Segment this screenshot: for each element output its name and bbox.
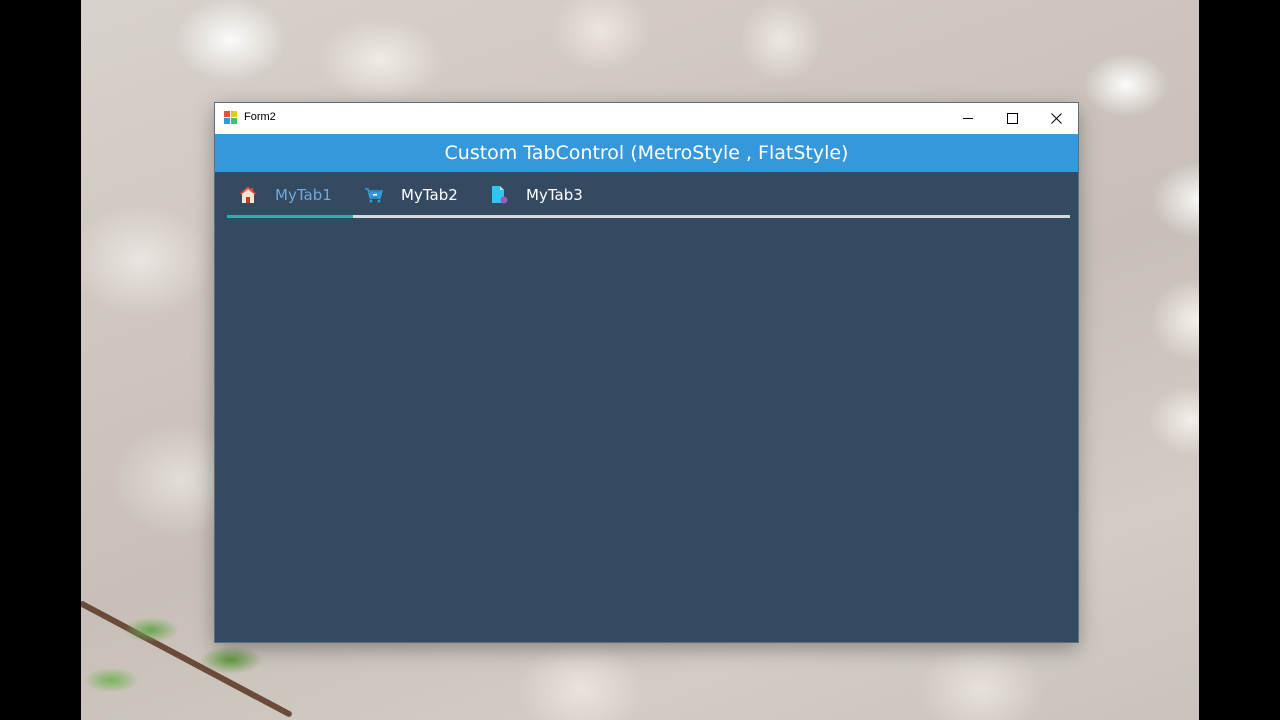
header-bar: Custom TabControl (MetroStyle , FlatStyl… — [215, 134, 1078, 172]
tab-mytab2[interactable]: MyTab2 — [353, 175, 478, 215]
tab-label-mytab3: MyTab3 — [526, 186, 583, 204]
cart-icon — [365, 188, 383, 203]
app-icon — [224, 111, 237, 124]
close-button[interactable] — [1034, 103, 1078, 134]
document-icon — [492, 186, 508, 204]
tab-strip: MyTab1 MyTab2 MyTab3 — [227, 175, 1070, 219]
minimize-button[interactable] — [946, 103, 990, 134]
window-title: Form2 — [244, 111, 276, 123]
tab-label-mytab2: MyTab2 — [401, 186, 458, 204]
header-title: Custom TabControl (MetroStyle , FlatStyl… — [444, 142, 849, 164]
title-bar[interactable]: Form2 — [215, 103, 1078, 134]
form-window: Form2 Custom TabControl (MetroStyle , Fl… — [215, 103, 1078, 642]
tab-mytab3[interactable]: MyTab3 — [478, 175, 603, 215]
tab-underline — [227, 215, 1070, 218]
active-tab-indicator — [227, 215, 353, 218]
maximize-button[interactable] — [990, 103, 1034, 134]
maximize-icon — [1006, 113, 1018, 124]
home-icon — [239, 186, 257, 203]
minimize-icon — [963, 118, 973, 119]
tab-label-mytab1: MyTab1 — [275, 186, 332, 204]
close-icon — [1050, 113, 1062, 124]
tab-content-area — [215, 219, 1078, 642]
tab-mytab1[interactable]: MyTab1 — [227, 175, 353, 218]
